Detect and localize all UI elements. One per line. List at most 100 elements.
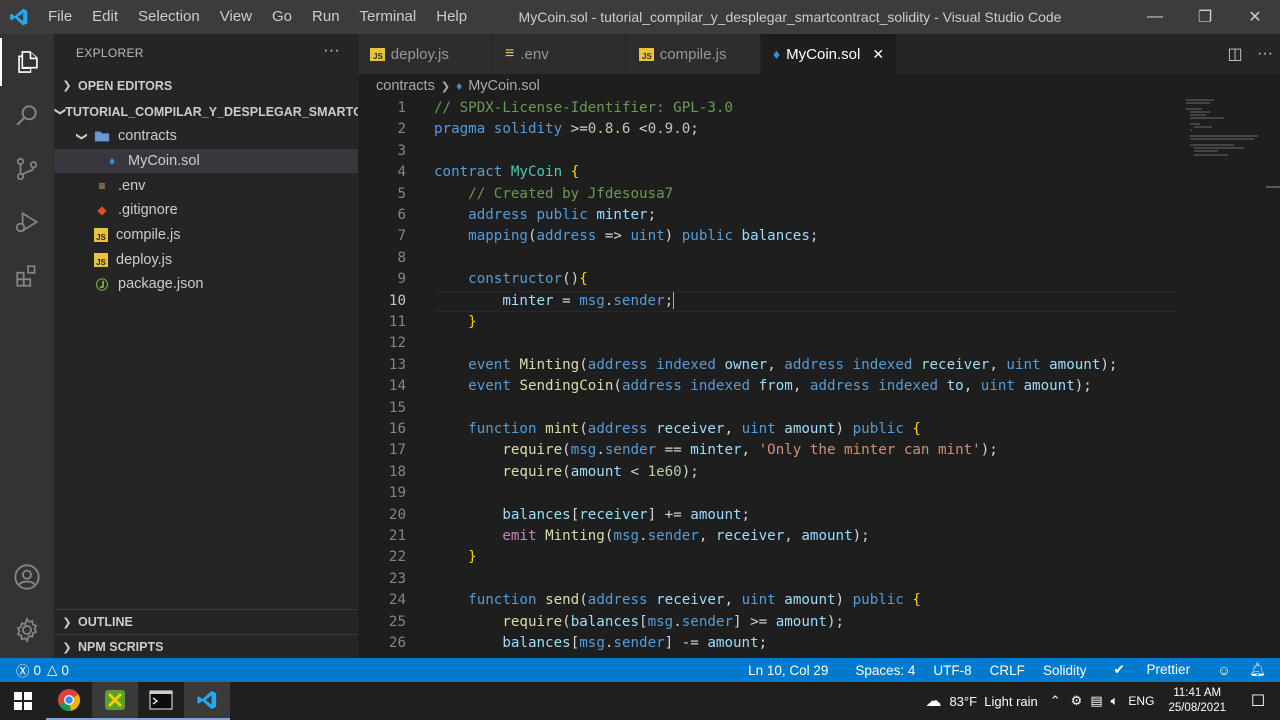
chevron-up-icon[interactable]: ⌃: [1050, 693, 1061, 709]
code-line[interactable]: 11 }: [358, 312, 1278, 333]
encoding[interactable]: UTF-8: [924, 663, 980, 678]
code-line[interactable]: 18 require(amount < 1e60);: [358, 462, 1278, 483]
code-line[interactable]: 1 // SPDX-License-Identifier: GPL-3.0: [358, 98, 1278, 119]
code-line[interactable]: 13 event Minting(address indexed owner, …: [358, 355, 1278, 376]
tab-env[interactable]: ≡ .env: [493, 34, 627, 74]
code-line[interactable]: 16 function mint(address receiver, uint …: [358, 419, 1278, 440]
code-line[interactable]: 10 minter = msg.sender;: [358, 290, 1278, 312]
prettier-status[interactable]: ✔︎ Prettier: [1095, 662, 1208, 678]
search-icon[interactable]: [0, 91, 54, 139]
explorer-icon[interactable]: [0, 38, 54, 86]
code-text: function mint(address receiver, uint amo…: [468, 421, 921, 437]
vscode-taskbar-icon[interactable]: [184, 682, 230, 720]
windows-start-icon[interactable]: [0, 682, 46, 720]
menu-item-run[interactable]: Run: [302, 0, 350, 34]
code-line[interactable]: 25 require(balances[msg.sender] >= amoun…: [358, 612, 1278, 633]
code-line[interactable]: 9 constructor(){: [358, 269, 1278, 290]
language-mode[interactable]: Solidity: [1034, 663, 1096, 678]
weather-text[interactable]: 83°F Light rain: [949, 694, 1037, 709]
file-item[interactable]: JS deploy.js: [54, 247, 358, 272]
npm-scripts-section[interactable]: ❯ NPM SCRIPTS: [54, 634, 358, 659]
code-text: mapping(address => uint) public balances…: [468, 228, 819, 245]
input-language[interactable]: ENG: [1128, 694, 1154, 708]
code-line[interactable]: 3: [358, 141, 1278, 162]
folder-contracts[interactable]: ❯ contracts: [54, 124, 358, 149]
minimize-button[interactable]: —: [1130, 0, 1180, 34]
outline-section[interactable]: ❯ OUTLINE: [54, 609, 358, 634]
code-line[interactable]: 22 }: [358, 547, 1278, 568]
file-item[interactable]: JS compile.js: [54, 223, 358, 248]
app-green-icon[interactable]: [92, 682, 138, 720]
menu-item-help[interactable]: Help: [426, 0, 477, 34]
code-line[interactable]: 4 contract MyCoin {: [358, 162, 1278, 183]
code-line[interactable]: 7 mapping(address => uint) public balanc…: [358, 226, 1278, 247]
code-line[interactable]: 23: [358, 569, 1278, 590]
menu-item-terminal[interactable]: Terminal: [350, 0, 427, 34]
weather-cloud-icon[interactable]: ☁︎: [925, 691, 941, 711]
code-line[interactable]: 19: [358, 483, 1278, 504]
run-debug-icon[interactable]: [0, 198, 54, 246]
chevron-right-icon: ❯: [62, 616, 72, 629]
file-item[interactable]: ◆ .gitignore: [54, 198, 358, 223]
tab-compile-js[interactable]: JS compile.js: [627, 34, 761, 74]
more-actions-icon[interactable]: ···: [1250, 45, 1280, 63]
workspace-section[interactable]: ❯ TUTORIAL_COMPILAR_Y_DESPLEGAR_SMARTC..…: [54, 99, 373, 124]
feedback-icon[interactable]: ☺: [1208, 663, 1240, 678]
extensions-icon[interactable]: [0, 252, 54, 300]
code-line[interactable]: 20 balances[receiver] += amount;: [358, 505, 1278, 526]
source-control-icon[interactable]: [0, 145, 54, 193]
errors-count[interactable]: 0: [34, 663, 42, 678]
network-icon[interactable]: ▤: [1090, 693, 1102, 709]
chrome-icon[interactable]: [46, 682, 92, 720]
code-line[interactable]: 21 emit Minting(msg.sender, receiver, am…: [358, 526, 1278, 547]
menu-item-selection[interactable]: Selection: [128, 0, 210, 34]
code-line[interactable]: 12: [358, 333, 1278, 354]
code-text: require(msg.sender == minter, 'Only the …: [502, 442, 998, 459]
code-line[interactable]: 17 require(msg.sender == minter, 'Only t…: [358, 440, 1278, 461]
maximize-button[interactable]: ❐: [1180, 0, 1230, 34]
menu-item-edit[interactable]: Edit: [82, 0, 128, 34]
manage-gear-icon[interactable]: [0, 606, 54, 654]
file-item[interactable]: ≡ .env: [54, 173, 358, 198]
code-line[interactable]: 15: [358, 398, 1278, 419]
end-of-line[interactable]: CRLF: [981, 663, 1034, 678]
close-tab-icon[interactable]: ✕: [872, 46, 884, 63]
menu-item-view[interactable]: View: [210, 0, 262, 34]
indentation[interactable]: Spaces: 4: [837, 663, 924, 678]
code-line[interactable]: 14 event SendingCoin(address indexed fro…: [358, 376, 1278, 397]
code-line[interactable]: 26 balances[msg.sender] -= amount;: [358, 633, 1278, 654]
clock[interactable]: 11:41 AM 25/08/2021: [1158, 686, 1236, 716]
breadcrumb-file[interactable]: MyCoin.sol: [468, 78, 540, 94]
open-editors-section[interactable]: ❯ OPEN EDITORS: [54, 73, 358, 98]
tab-mycoin-sol[interactable]: ♦ MyCoin.sol ✕: [761, 34, 897, 74]
code-line[interactable]: 5 // Created by Jfdesousa7: [358, 184, 1278, 205]
code-line[interactable]: 6 address public minter;: [358, 205, 1278, 226]
code-editor[interactable]: 1 // SPDX-License-Identifier: GPL-3.0 2 pra…: [358, 98, 1280, 658]
notifications-icon[interactable]: ☐: [1236, 691, 1280, 711]
menu-item-go[interactable]: Go: [262, 0, 302, 34]
cursor-position[interactable]: Ln 10, Col 29: [739, 663, 837, 678]
split-editor-icon[interactable]: ◫: [1220, 44, 1250, 64]
line-number: 9: [397, 271, 406, 288]
code-line[interactable]: 2 pragma solidity >=0.8.6 <0.9.0;: [358, 119, 1278, 140]
breadcrumb-folder[interactable]: contracts: [376, 78, 435, 94]
tray-apps-icon[interactable]: ⚙: [1071, 693, 1083, 709]
accounts-icon[interactable]: [0, 553, 54, 601]
terminal-icon[interactable]: [138, 682, 184, 720]
code-text: contract MyCoin {: [434, 164, 580, 181]
code-text: address public minter;: [468, 207, 657, 223]
warnings-icon[interactable]: △: [47, 662, 57, 678]
errors-icon[interactable]: Ⓧ: [16, 660, 30, 680]
code-line[interactable]: 8: [358, 248, 1278, 269]
file-item[interactable]: Ⓙpackage.json: [54, 272, 358, 297]
more-actions-icon[interactable]: ···: [323, 42, 340, 60]
close-window-button[interactable]: ✕: [1230, 0, 1280, 34]
notifications-bell-icon[interactable]: 🔔︎: [1240, 662, 1280, 678]
warnings-count[interactable]: 0: [61, 663, 69, 678]
volume-icon[interactable]: 🔈︎: [1111, 693, 1119, 709]
tab-deploy-js[interactable]: JS deploy.js: [358, 34, 493, 74]
menu-item-file[interactable]: File: [38, 0, 82, 34]
code-line[interactable]: 24 function send(address receiver, uint …: [358, 590, 1278, 611]
solidity-icon: ♦: [456, 79, 463, 93]
file-item[interactable]: ♦ MyCoin.sol: [54, 148, 358, 174]
